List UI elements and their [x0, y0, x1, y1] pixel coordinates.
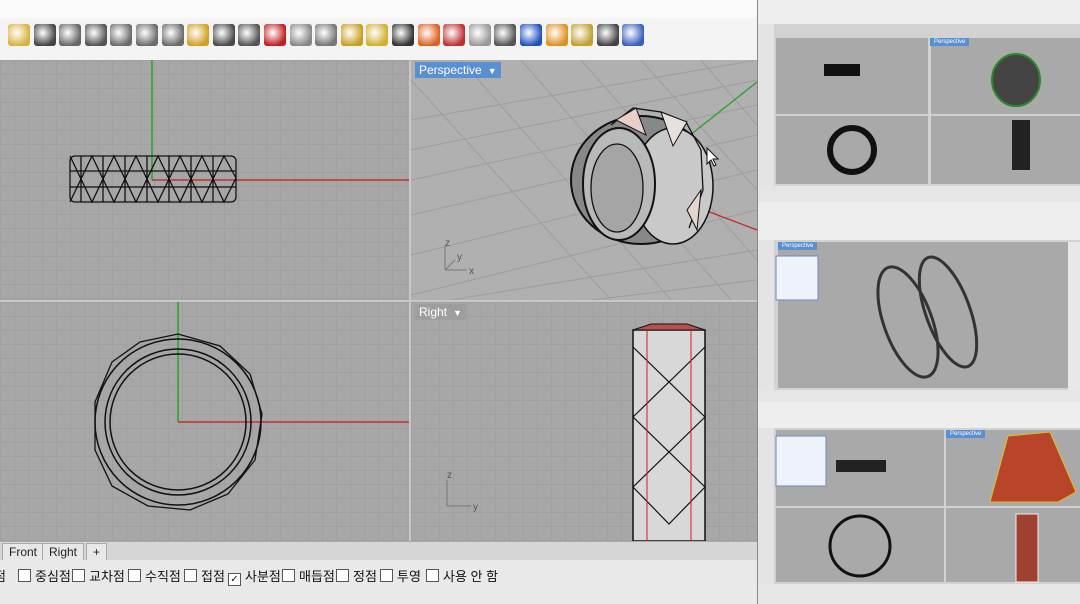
- undo-icon[interactable]: [33, 24, 56, 46]
- help-icon[interactable]: [622, 24, 645, 46]
- osnap-item[interactable]: 투영: [380, 566, 421, 585]
- pan-hand-icon[interactable]: [59, 24, 82, 46]
- osnap-item[interactable]: 점: [0, 566, 6, 585]
- top-viewport[interactable]: [0, 60, 409, 300]
- zoom-in-icon[interactable]: [110, 24, 133, 46]
- osnap-checkbox[interactable]: [18, 569, 31, 582]
- osnap-checkbox[interactable]: [184, 569, 197, 582]
- perspective-viewport-title[interactable]: Perspective ▼: [415, 62, 501, 78]
- tab-right-label: Right: [49, 545, 78, 559]
- osnap-item[interactable]: 교차점: [72, 566, 125, 585]
- osnap-label: 사용 안 함: [443, 569, 499, 584]
- osnap-item[interactable]: 사용 안 함: [426, 566, 498, 585]
- zoom-extents-icon[interactable]: [161, 24, 184, 46]
- thumbnail-3-label: Perspective: [946, 430, 986, 438]
- osnap-item[interactable]: 중심점: [18, 566, 71, 585]
- thumbnail-2-canvas: [758, 202, 1080, 402]
- target-icon[interactable]: [315, 24, 338, 46]
- sphere-ghost-icon[interactable]: [468, 24, 491, 46]
- lock-icon[interactable]: [392, 24, 414, 46]
- tab-right[interactable]: Right: [42, 543, 85, 561]
- viewport-menu-arrow-icon[interactable]: ▼: [453, 305, 462, 321]
- right-viewport-canvas: z y: [411, 302, 757, 541]
- osnap-item[interactable]: ✓ 사분점: [228, 566, 281, 586]
- osnap-item[interactable]: 매듭점: [282, 566, 335, 585]
- bulb-icon[interactable]: [366, 24, 389, 46]
- axis-y-label: y: [457, 252, 462, 263]
- front-viewport[interactable]: [0, 302, 409, 541]
- viewport-tab-bar: Front Right +: [0, 541, 757, 561]
- clipboard-icon[interactable]: [8, 24, 30, 46]
- pen-icon[interactable]: [545, 24, 568, 46]
- osnap-item[interactable]: 정점: [336, 566, 377, 585]
- osnap-label: 수직점: [145, 569, 181, 584]
- perspective-axis-gizmo: [444, 246, 467, 271]
- zoom-window-icon[interactable]: [136, 24, 158, 46]
- axis-z-label: z: [445, 238, 450, 249]
- pan-icon[interactable]: [289, 24, 312, 46]
- main-toolbar: [0, 0, 757, 61]
- tab-front-label: Front: [9, 545, 38, 559]
- osnap-label: 매듭점: [299, 569, 335, 584]
- perspective-label: Perspective: [419, 63, 482, 77]
- osnap-bar: 점 중심점 교차점 수직점 접점✓ 사분점 매듭점 정점 투영 사용 안 함: [0, 560, 757, 604]
- osnap-checkbox[interactable]: ✓: [228, 573, 241, 586]
- gear-icon[interactable]: [571, 24, 594, 46]
- ring-perspective-view: [570, 107, 714, 245]
- sphere-shade-icon[interactable]: [494, 24, 517, 46]
- perspective-viewport-canvas: z y x: [411, 60, 757, 300]
- osnap-label: 중심점: [35, 569, 71, 584]
- color-wheel-icon[interactable]: [443, 24, 466, 46]
- sphere-render-icon[interactable]: [520, 24, 542, 46]
- osnap-checkbox[interactable]: [380, 569, 393, 582]
- thumbnail-2-label: Perspective: [778, 242, 818, 250]
- rotate-view-icon[interactable]: [212, 24, 235, 46]
- title-strip: [0, 0, 757, 18]
- perspective-viewport[interactable]: z y x Perspective ▼: [411, 60, 757, 300]
- add-tab-button[interactable]: +: [86, 543, 108, 561]
- right-axis-z-label: z: [447, 470, 452, 481]
- tab-front[interactable]: Front: [2, 543, 45, 561]
- thumbnail-window-2[interactable]: Perspective: [757, 202, 1080, 402]
- add-tab-label: +: [93, 545, 101, 559]
- osnap-checkbox[interactable]: [336, 569, 349, 582]
- osnap-label: 접점: [201, 569, 225, 584]
- ring-right-view: [632, 323, 706, 541]
- osnap-item[interactable]: 수직점: [128, 566, 181, 585]
- four-viewports-icon[interactable]: [238, 24, 261, 46]
- right-viewport[interactable]: z y Right ▼: [411, 302, 757, 541]
- osnap-label: 투영: [397, 569, 421, 584]
- osnap-item[interactable]: 접점: [184, 566, 225, 585]
- right-label: Right: [419, 305, 448, 319]
- thumbnail-1-canvas: [758, 0, 1080, 202]
- snap-icon[interactable]: [596, 24, 619, 46]
- viewport-menu-arrow-icon[interactable]: ▼: [488, 63, 497, 79]
- osnap-checkbox[interactable]: [282, 569, 295, 582]
- right-axis-y-label: y: [473, 502, 478, 513]
- osnap-label: 정점: [353, 569, 377, 584]
- thumbnail-window-3[interactable]: Perspective: [757, 402, 1080, 604]
- axis-x-label: x: [469, 266, 474, 277]
- move-icon[interactable]: [84, 24, 107, 46]
- zoom-selected-icon[interactable]: [187, 24, 210, 46]
- osnap-label: 사분점: [245, 569, 281, 584]
- thumbnail-3-canvas: [758, 402, 1080, 604]
- front-viewport-canvas: [0, 302, 409, 541]
- osnap-checkbox[interactable]: [128, 569, 141, 582]
- lights-icon[interactable]: [340, 24, 363, 46]
- osnap-label: 점: [0, 569, 6, 584]
- thumbnail-window-1[interactable]: Perspective: [757, 0, 1080, 202]
- right-viewport-title[interactable]: Right ▼: [415, 304, 466, 320]
- car-icon[interactable]: [264, 24, 286, 46]
- thumbnail-1-label: Perspective: [930, 38, 970, 46]
- top-viewport-canvas: [0, 60, 409, 300]
- osnap-checkbox[interactable]: [72, 569, 85, 582]
- osnap-checkbox[interactable]: [426, 569, 439, 582]
- osnap-label: 교차점: [89, 569, 125, 584]
- shade-icon[interactable]: [417, 24, 440, 46]
